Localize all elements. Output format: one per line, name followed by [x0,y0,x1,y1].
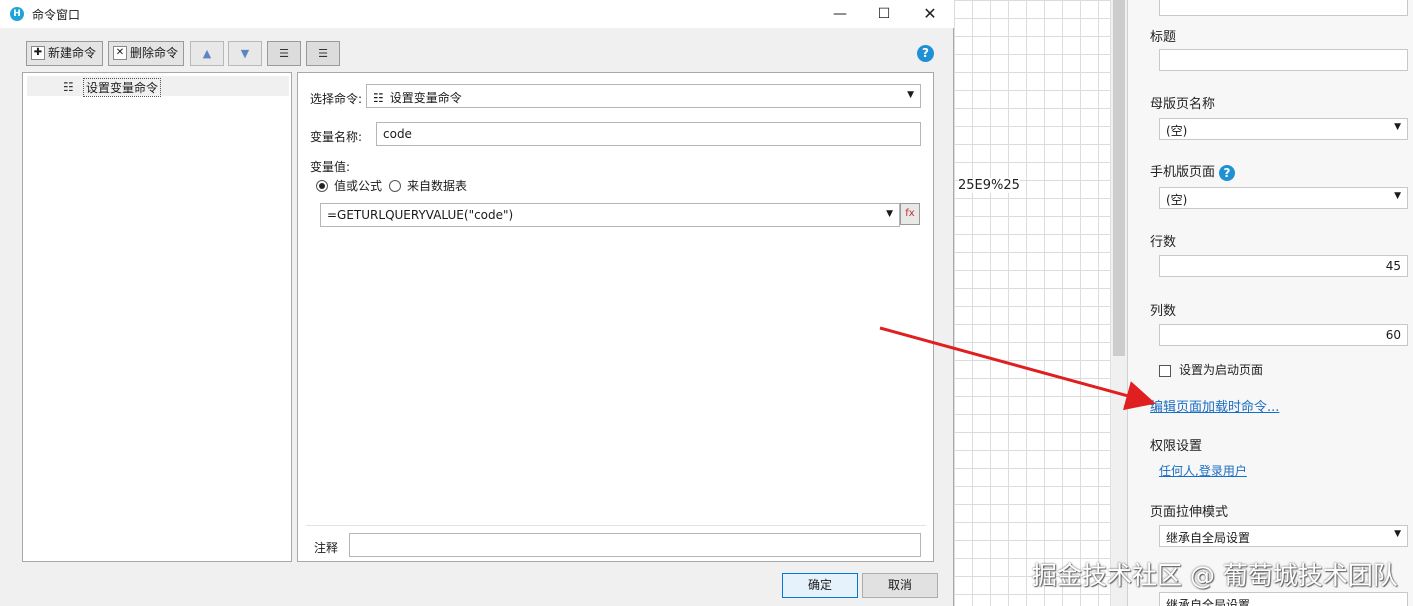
radio-formula[interactable] [316,179,328,192]
dialog-title: 命令窗口 [32,8,81,22]
mobile-page-label-text: 手机版页面 [1150,165,1216,180]
list-icon: ☰ [318,47,328,60]
dropdown-arrow-icon: ▼ [1394,191,1401,201]
next-select-value: 继承自全局设置 [1166,598,1251,606]
help-icon[interactable]: ? [917,45,934,62]
move-up-button[interactable]: ▲ [190,41,224,66]
sliders-icon: ☷ [63,80,74,94]
command-dialog: H 命令窗口 — ☐ ✕ ✚ 新建命令 ✕ 删除命令 ▲ ▼ ☰ ☰ ? ☷ 设置变… [0,0,954,606]
minimize-button[interactable]: — [818,0,862,28]
app-logo-icon: H [10,7,24,21]
radio-table[interactable] [389,179,401,192]
title-label: 标题 [1150,30,1177,45]
new-command-label: 新建命令 [48,46,97,60]
radio-formula-label: 值或公式 [334,179,383,193]
delete-command-button[interactable]: ✕ 删除命令 [108,41,184,66]
radio-formula-option[interactable]: 值或公式 [316,177,382,194]
dropdown-arrow-icon: ▼ [886,209,893,219]
dropdown-arrow-icon: ▼ [907,90,914,100]
new-command-icon: ✚ [31,45,45,60]
watermark: 掘金技术社区 @ 葡萄城技术团队 [1032,561,1398,590]
stretch-mode-select[interactable]: 继承自全局设置 ▼ [1159,525,1408,547]
rows-input[interactable]: 45 [1159,255,1408,277]
close-button[interactable]: ✕ [908,0,952,28]
rows-label: 行数 [1150,235,1177,250]
permission-label: 权限设置 [1150,439,1203,454]
top-field[interactable] [1159,0,1408,16]
cols-input[interactable]: 60 [1159,324,1408,346]
maximize-button[interactable]: ☐ [862,0,906,28]
new-command-button[interactable]: ✚ 新建命令 [26,41,103,66]
comment-label: 注释 [314,541,339,555]
mobile-page-value: (空) [1166,193,1188,207]
variable-name-input[interactable]: code [376,122,921,146]
select-command-value: 设置变量命令 [389,91,462,105]
master-page-select[interactable]: (空) ▼ [1159,118,1408,140]
tree-item-set-variable[interactable]: ☷ 设置变量命令 [27,76,289,97]
startup-checkbox-row[interactable]: 设置为启动页面 [1159,361,1263,378]
divider [306,525,926,526]
sliders-icon: ☷ [373,91,384,105]
formula-value: =GETURLQUERYVALUE("code") [327,208,514,222]
designer-scrollbar[interactable] [1110,0,1127,606]
properties-panel: 标题 母版页名称 (空) ▼ 手机版页面? (空) ▼ 行数 45 列数 60 设置… [1127,0,1413,606]
comment-input[interactable] [349,533,921,557]
variable-value-label: 变量值: [310,160,351,174]
radio-table-label: 来自数据表 [407,179,468,193]
outdent-button[interactable]: ☰ [306,41,340,66]
indent-icon: ☰ [279,47,289,60]
title-bar[interactable]: H 命令窗口 — ☐ ✕ [0,0,954,28]
mobile-page-select[interactable]: (空) ▼ [1159,187,1408,209]
formula-editor-icon: fx [905,208,915,219]
select-command-dropdown[interactable]: ☷ 设置变量命令 ▼ [366,84,921,108]
edit-load-commands-link[interactable]: 编辑页面加载时命令... [1150,396,1279,415]
delete-command-label: 删除命令 [130,46,179,60]
mobile-page-label: 手机版页面? [1150,161,1236,181]
radio-table-option[interactable]: 来自数据表 [389,177,467,194]
dropdown-arrow-icon: ▼ [1394,529,1401,539]
startup-label: 设置为启动页面 [1179,363,1264,377]
cols-label: 列数 [1150,304,1177,319]
ok-button[interactable]: 确定 [782,573,858,598]
scrollbar-thumb[interactable] [1113,0,1125,356]
formula-input[interactable]: =GETURLQUERYVALUE("code") ▼ [320,203,900,227]
command-tree: ☷ 设置变量命令 [22,72,292,562]
arrow-down-icon: ▼ [240,47,250,60]
dropdown-arrow-icon: ▼ [1394,122,1401,132]
select-command-label: 选择命令: [310,92,363,106]
help-icon[interactable]: ? [1219,164,1236,181]
tree-item-label: 设置变量命令 [83,78,162,97]
master-page-label: 母版页名称 [1150,97,1216,112]
cancel-button[interactable]: 取消 [862,573,938,598]
next-select[interactable]: 继承自全局设置 [1159,592,1408,606]
variable-name-label: 变量名称: [310,130,363,144]
master-page-value: (空) [1166,124,1188,138]
arrow-up-icon: ▲ [202,47,212,60]
command-settings-panel: 选择命令: ☷ 设置变量命令 ▼ 变量名称: code 变量值: 值或公式 来自数据… [297,72,934,562]
move-down-button[interactable]: ▼ [228,41,262,66]
formula-editor-button[interactable]: fx [900,203,920,225]
grid-cell-text: 25E9%25 [958,178,1020,193]
designer-grid[interactable] [954,0,1110,606]
stretch-mode-label: 页面拉伸模式 [1150,505,1229,520]
title-input[interactable] [1159,49,1408,71]
indent-button[interactable]: ☰ [267,41,301,66]
stretch-mode-value: 继承自全局设置 [1166,531,1251,545]
delete-command-icon: ✕ [113,45,127,60]
permission-link[interactable]: 任何人,登录用户 [1159,462,1247,479]
startup-checkbox[interactable] [1159,364,1171,377]
